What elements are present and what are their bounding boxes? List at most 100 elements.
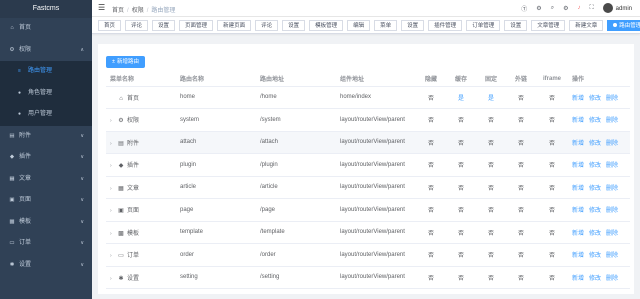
sidebar-item-page[interactable]: ▣ 页面 ∨ — [0, 190, 92, 212]
expand-arrow-icon[interactable]: › — [110, 163, 117, 169]
tab-tag[interactable]: 评论 — [255, 19, 279, 31]
tab-tag[interactable]: 设置 — [282, 19, 306, 31]
component-size-icon[interactable]: Ⓣ — [521, 4, 527, 13]
edit-button[interactable]: 修改 — [589, 141, 601, 147]
add-button[interactable]: 新增 — [572, 208, 584, 214]
tab-tag[interactable]: 编辑 — [347, 19, 371, 31]
delete-button[interactable]: 删除 — [606, 141, 618, 147]
tab-tag[interactable]: 设置 — [401, 19, 425, 31]
column-header: 固定 — [476, 72, 506, 87]
edit-button[interactable]: 修改 — [589, 253, 601, 259]
user-menu[interactable]: admin — [602, 3, 632, 13]
edit-button[interactable]: 修改 — [589, 186, 601, 192]
tab-tag[interactable]: 路由管理× — [607, 19, 640, 31]
flag-fixed: 否 — [476, 153, 506, 177]
sidebar-item-plugin[interactable]: ◆ 插件 ∨ — [0, 147, 92, 169]
settings-icon: ✱ — [9, 261, 15, 268]
table-header: 菜单名称 路由名称 路由地址 组件地址 隐藏 缓存 固定 外链 iframe 操作 — [106, 72, 630, 87]
tab-tag[interactable]: 首页 — [98, 19, 122, 31]
sidebar-item-document[interactable]: ▦ 文章 ∨ — [0, 169, 92, 191]
flag-iframe: 否 — [536, 176, 568, 199]
search-icon[interactable]: ⌕ — [551, 5, 554, 12]
tab-tag-label: 订单管理 — [472, 22, 495, 29]
tab-tag-label: 路由管理 — [619, 22, 640, 29]
sidebar-item-template[interactable]: ▩ 模板 ∨ — [0, 212, 92, 234]
sidebar-subitem[interactable]: ● 角色管理 — [0, 82, 92, 104]
add-button[interactable]: 新增 — [572, 186, 584, 192]
expand-arrow-icon[interactable]: › — [110, 186, 117, 192]
add-button[interactable]: 新增 — [572, 163, 584, 169]
delete-button[interactable]: 删除 — [606, 186, 618, 192]
expand-arrow-icon[interactable]: › — [110, 276, 117, 282]
expand-arrow-icon[interactable]: › — [110, 208, 117, 214]
edit-button[interactable]: 修改 — [589, 208, 601, 214]
add-route-button[interactable]: ± 新增路由 — [106, 56, 146, 68]
delete-button[interactable]: 删除 — [606, 231, 618, 237]
tab-tag-label: 评论 — [131, 22, 143, 29]
add-button[interactable]: 新增 — [572, 253, 584, 259]
sidebar-item-label: 页面 — [19, 197, 32, 203]
chevron-down-icon: ∨ — [80, 175, 84, 182]
tab-tag[interactable]: 文章管理 — [531, 19, 566, 31]
bell-icon[interactable]: ♪ — [577, 5, 580, 11]
expand-arrow-icon[interactable]: › — [110, 141, 117, 147]
add-button[interactable]: 新增 — [572, 141, 584, 147]
breadcrumb-item-permission[interactable]: 权限 — [132, 8, 144, 14]
home-icon: ⌂ — [10, 25, 14, 31]
table-row: › ◆ 插件 plugin/plugin layout/routerView/paren… — [106, 153, 630, 177]
tab-tag[interactable]: 新建文章 — [569, 19, 604, 31]
hamburger-icon[interactable]: ☰ — [98, 3, 105, 12]
delete-button[interactable]: 删除 — [606, 276, 618, 282]
expand-arrow-icon[interactable]: › — [110, 231, 117, 237]
route-name: article — [176, 176, 256, 199]
menu-name-cell: ⌂ 首页 — [106, 86, 176, 109]
tab-tag[interactable]: 页面管理 — [179, 19, 214, 31]
tab-tag[interactable]: 设置 — [504, 19, 528, 31]
breadcrumb-item-home[interactable]: 首页 — [112, 8, 124, 14]
sidebar-subitem[interactable]: ● 用户管理 — [0, 104, 92, 126]
delete-button[interactable]: 删除 — [606, 253, 618, 259]
tab-tag[interactable]: 评论 — [125, 19, 149, 31]
chevron-up-icon: ∧ — [80, 46, 84, 53]
edit-button[interactable]: 修改 — [589, 231, 601, 237]
sidebar-subitem[interactable]: ≡ 路由管理 — [0, 61, 92, 83]
tab-tag[interactable]: 设置 — [152, 19, 176, 31]
edit-button[interactable]: 修改 — [589, 118, 601, 124]
theme-icon[interactable]: ⚙ — [563, 5, 568, 12]
add-button[interactable]: 新增 — [572, 231, 584, 237]
edit-button[interactable]: 修改 — [589, 163, 601, 169]
flag-link: 否 — [506, 266, 536, 289]
tab-tag[interactable]: 插件管理 — [428, 19, 463, 31]
skin-icon[interactable]: ⚙ — [536, 5, 541, 12]
sidebar-item-gear[interactable]: ⚙ 权限 ∧ — [0, 40, 92, 62]
add-button[interactable]: 新增 — [572, 276, 584, 282]
delete-button[interactable]: 删除 — [606, 118, 618, 124]
sidebar-item-home[interactable]: ⌂ 首页 — [0, 18, 92, 40]
gear-icon: ⚙ — [9, 46, 15, 53]
delete-button[interactable]: 删除 — [606, 208, 618, 214]
edit-button[interactable]: 修改 — [589, 96, 601, 102]
tab-tag-label: 评论 — [261, 22, 273, 29]
tab-tag[interactable]: 新建页面 — [217, 19, 252, 31]
sidebar-item-folder[interactable]: ▤ 附件 ∨ — [0, 126, 92, 148]
tab-tag[interactable]: 模板管理 — [309, 19, 344, 31]
edit-button[interactable]: 修改 — [589, 276, 601, 282]
expand-arrow-icon[interactable]: › — [110, 253, 117, 259]
sidebar-item-cart[interactable]: ▭ 订单 ∨ — [0, 233, 92, 255]
tab-tag-label: 新建文章 — [575, 22, 598, 29]
add-button[interactable]: 新增 — [572, 118, 584, 124]
expand-arrow-icon[interactable]: › — [110, 118, 117, 124]
delete-button[interactable]: 删除 — [606, 163, 618, 169]
sidebar-item-settings[interactable]: ✱ 设置 ∨ — [0, 255, 92, 277]
tab-tag[interactable]: 菜单 — [374, 19, 398, 31]
fullscreen-icon[interactable]: ⛶ — [589, 5, 593, 12]
tab-tag-label: 设置 — [158, 22, 170, 29]
route-name: home — [176, 86, 256, 109]
main-area: ☰ 首页 / 权限 / 路由管理 Ⓣ ⚙ ⌕ ⚙ ♪ ⛶ admin 首页 评论 设置 页面管… — [92, 0, 640, 299]
flag-fixed: 否 — [476, 108, 506, 132]
add-button[interactable]: 新增 — [572, 96, 584, 102]
delete-button[interactable]: 删除 — [606, 96, 618, 102]
menu-name-cell: › ◆ 插件 — [106, 153, 176, 177]
component-path: layout/routerView/parent — [336, 131, 416, 154]
tab-tag[interactable]: 订单管理 — [466, 19, 501, 31]
